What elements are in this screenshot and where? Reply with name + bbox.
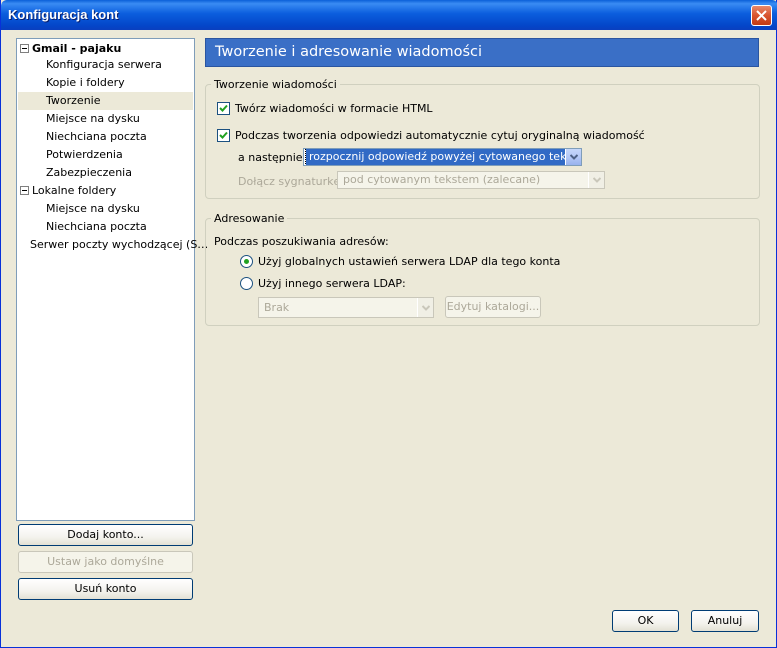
edit-directories-button[interactable]: Edytuj katalogi...	[445, 296, 541, 318]
title-bar[interactable]: Konfiguracja kont	[1, 0, 777, 30]
remove-account-button[interactable]: Usuń konto	[18, 578, 193, 600]
add-account-label: Dodaj konto...	[67, 528, 144, 541]
tree-item-local-folders[interactable]: Lokalne foldery	[18, 182, 193, 200]
signature-label: Dołącz sygnaturkę	[238, 175, 341, 188]
tree-item-label: Miejsce na dysku	[46, 112, 140, 125]
collapse-icon[interactable]	[20, 186, 29, 195]
checkmark-icon	[219, 131, 228, 139]
signature-value: pod cytowanym tekstem (zalecane)	[343, 173, 541, 186]
dropdown-button[interactable]	[588, 172, 604, 188]
collapse-icon[interactable]	[20, 44, 29, 53]
radio-other-ldap[interactable]	[240, 277, 253, 290]
lookup-label: Podczas poszukiwania adresów:	[214, 235, 389, 248]
cancel-label: Anuluj	[707, 614, 743, 627]
ldap-server-value: Brak	[264, 301, 290, 314]
radio-selected-dot	[244, 259, 249, 264]
tree-item-label: Potwierdzenia	[46, 148, 123, 161]
chevron-down-icon	[593, 177, 601, 183]
radio-other-ldap-label[interactable]: Użyj innego serwera LDAP:	[258, 277, 406, 290]
then-label: a następnie	[238, 151, 303, 164]
page-title: Tworzenie i adresowanie wiadomości	[215, 44, 483, 60]
tree-item-disk-space[interactable]: Miejsce na dysku	[46, 110, 140, 128]
signature-select[interactable]: pod cytowanym tekstem (zalecane)	[337, 171, 605, 189]
tree-item-copies-folders[interactable]: Kopie i foldery	[46, 74, 125, 92]
cancel-button[interactable]: Anuluj	[691, 610, 759, 632]
quote-checkbox-label[interactable]: Podczas tworzenia odpowiedzi automatyczn…	[235, 129, 645, 142]
composition-legend: Tworzenie wiadomości	[211, 78, 340, 91]
add-account-button[interactable]: Dodaj konto...	[18, 524, 193, 546]
tree-item-label: Kopie i foldery	[46, 76, 125, 89]
quote-checkbox[interactable]	[217, 129, 230, 142]
tree-item-label: Serwer poczty wychodzącej (S…	[30, 238, 209, 251]
tree-item-label: Niechciana poczta	[46, 220, 147, 233]
ldap-server-select[interactable]: Brak	[258, 297, 434, 318]
set-default-button[interactable]: Ustaw jako domyślne	[18, 551, 193, 573]
tree-item-composition[interactable]: Tworzenie	[18, 92, 193, 110]
tree-item-junk[interactable]: Niechciana poczta	[46, 128, 147, 146]
tree-item-label: Zabezpieczenia	[46, 166, 132, 179]
edit-directories-label: Edytuj katalogi...	[446, 300, 540, 313]
radio-global-ldap-label[interactable]: Użyj globalnych ustawień serwera LDAP dl…	[258, 255, 560, 268]
ok-button[interactable]: OK	[612, 610, 679, 632]
window-title: Konfiguracja kont	[8, 7, 119, 22]
html-checkbox[interactable]	[217, 102, 230, 115]
dropdown-button[interactable]	[565, 149, 581, 165]
addressing-legend: Adresowanie	[211, 212, 288, 225]
tree-item-label: Niechciana poczta	[46, 130, 147, 143]
remove-account-label: Usuń konto	[74, 582, 137, 595]
tree-item-local-disk-space[interactable]: Miejsce na dysku	[46, 200, 140, 218]
tree-item-server-settings[interactable]: Konfiguracja serwera	[46, 56, 162, 74]
tree-item-label: Konfiguracja serwera	[46, 58, 162, 71]
close-icon	[756, 10, 767, 21]
html-checkbox-label[interactable]: Twórz wiadomości w formacie HTML	[235, 102, 433, 115]
close-button[interactable]	[751, 5, 772, 26]
reply-position-select[interactable]: rozpocznij odpowiedź powyżej cytowanego …	[303, 148, 582, 166]
tree-item-label: Tworzenie	[46, 94, 101, 107]
tree-item-receipts[interactable]: Potwierdzenia	[46, 146, 123, 164]
tree-item-outgoing-server[interactable]: Serwer poczty wychodzącej (S…	[30, 236, 208, 254]
checkmark-icon	[219, 104, 228, 112]
dropdown-button[interactable]	[417, 298, 433, 317]
set-default-label: Ustaw jako domyślne	[47, 555, 164, 568]
panel-header: Tworzenie i adresowanie wiadomości	[205, 38, 759, 67]
account-settings-window: Konfiguracja kont Gmail - pajaku Konfigu…	[0, 0, 777, 648]
chevron-down-icon	[570, 154, 578, 160]
radio-global-ldap[interactable]	[240, 255, 253, 268]
account-tree[interactable]: Gmail - pajaku Konfiguracja serwera Kopi…	[16, 38, 208, 521]
tree-item-label: Miejsce na dysku	[46, 202, 140, 215]
tree-item-label: Lokalne foldery	[32, 184, 117, 197]
ok-label: OK	[637, 614, 654, 627]
tree-item-security[interactable]: Zabezpieczenia	[46, 164, 132, 182]
tree-item-local-junk[interactable]: Niechciana poczta	[46, 218, 147, 236]
reply-position-value: rozpocznij odpowiedź powyżej cytowanego …	[304, 149, 581, 165]
chevron-down-icon	[422, 305, 430, 311]
